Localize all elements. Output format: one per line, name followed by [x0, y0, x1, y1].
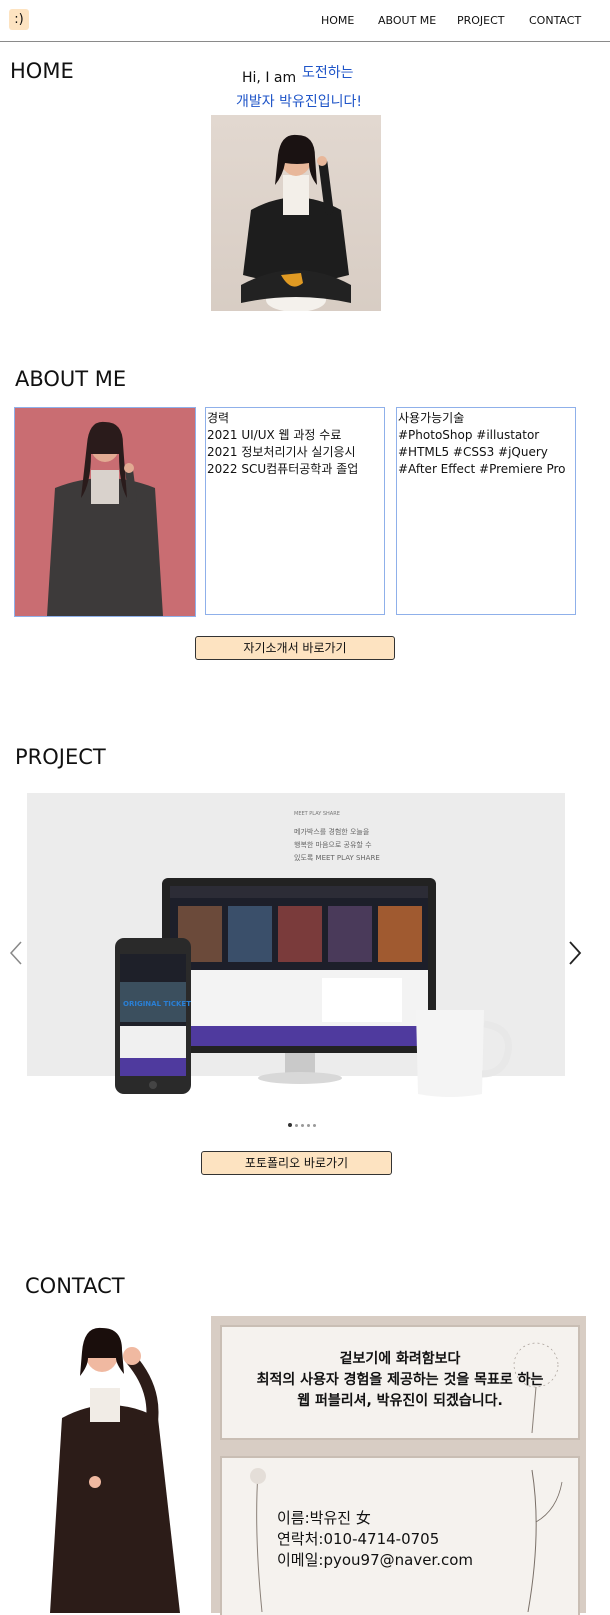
contact-photo — [50, 1327, 180, 1613]
slide-caption: 있도록 MEET PLAY SHARE — [294, 854, 380, 862]
skills-title: 사용가능기술 — [398, 411, 465, 425]
skills-item: #After Effect #Premiere Pro — [398, 462, 566, 476]
career-title: 경력 — [207, 411, 230, 425]
slider-dot[interactable] — [288, 1123, 292, 1127]
message-line: 겉보기에 화려함보다 — [339, 1351, 461, 1367]
resume-button[interactable]: 자기소개서 바로가기 — [195, 636, 395, 660]
slide-caption: MEET PLAY SHARE — [294, 811, 340, 817]
home-title: HOME — [10, 59, 74, 83]
project-title: PROJECT — [15, 745, 106, 769]
skills-item: #HTML5 #CSS3 #jQuery — [398, 445, 548, 459]
person-illustration — [241, 134, 351, 311]
skills-box: 사용가능기술 #PhotoShop #illustator #HTML5 #CS… — [396, 407, 576, 615]
career-box: 경력 2021 UI/UX 웹 과정 수료 2021 정보처리기사 실기응시 2… — [205, 407, 385, 615]
contact-phone: 연락처:010-4714-0705 — [277, 1530, 440, 1548]
phone-screen-label: ORIGINAL TICKET — [123, 1000, 191, 1008]
skills-item: #PhotoShop #illustator — [398, 428, 540, 442]
highlight-text: 도전하는 — [302, 65, 354, 81]
career-item: 2021 정보처리기사 실기응시 — [207, 445, 356, 459]
flower-decoration — [527, 1469, 563, 1612]
contact-name: 이름:박유진 女 — [277, 1509, 371, 1527]
tagline-text: 개발자 박유진입니다! — [236, 94, 362, 110]
slider-dot[interactable] — [301, 1124, 304, 1127]
career-item: 2022 SCU컴퓨터공학과 졸업 — [207, 462, 359, 476]
career-item: 2021 UI/UX 웹 과정 수료 — [207, 428, 342, 442]
next-arrow-icon[interactable] — [568, 940, 582, 966]
slider-dot[interactable] — [295, 1124, 298, 1127]
device-mockup — [115, 878, 512, 1097]
nav-contact[interactable]: CONTACT — [529, 14, 581, 27]
message-card: 겉보기에 화려함보다 최적의 사용자 경험을 제공하는 것을 목표로 하는 웹 … — [220, 1325, 580, 1440]
contact-email[interactable]: 이메일:pyou97@naver.com — [277, 1550, 473, 1571]
slider-dot[interactable] — [313, 1124, 316, 1127]
slide-caption: 메가박스를 경험한 오늘을 — [294, 828, 370, 836]
profile-photo — [211, 115, 381, 311]
about-title: ABOUT ME — [15, 367, 127, 391]
message-line: 웹 퍼블리셔, 박유진이 되겠습니다. — [297, 1393, 503, 1409]
slide-caption: 행복한 마음으로 공유할 수 — [294, 841, 372, 849]
greeting-text: Hi, I am — [242, 70, 297, 86]
nav-home[interactable]: HOME — [321, 14, 354, 27]
nav-about-me[interactable]: ABOUT ME — [378, 14, 436, 27]
contact-title: CONTACT — [25, 1274, 125, 1298]
prev-arrow-icon[interactable] — [9, 940, 23, 966]
person-illustration — [47, 421, 163, 616]
message-line: 최적의 사용자 경험을 제공하는 것을 목표로 하는 — [256, 1372, 544, 1388]
info-card: 이름:박유진 女 연락처:010-4714-0705 이메일:pyou97@na… — [220, 1456, 580, 1615]
top-navbar — [0, 0, 610, 42]
nav-project[interactable]: PROJECT — [457, 14, 505, 27]
portfolio-button[interactable]: 포토폴리오 바로가기 — [201, 1151, 392, 1175]
about-photo — [14, 407, 196, 617]
slider-dot[interactable] — [307, 1124, 310, 1127]
logo[interactable]: :) — [9, 9, 29, 30]
